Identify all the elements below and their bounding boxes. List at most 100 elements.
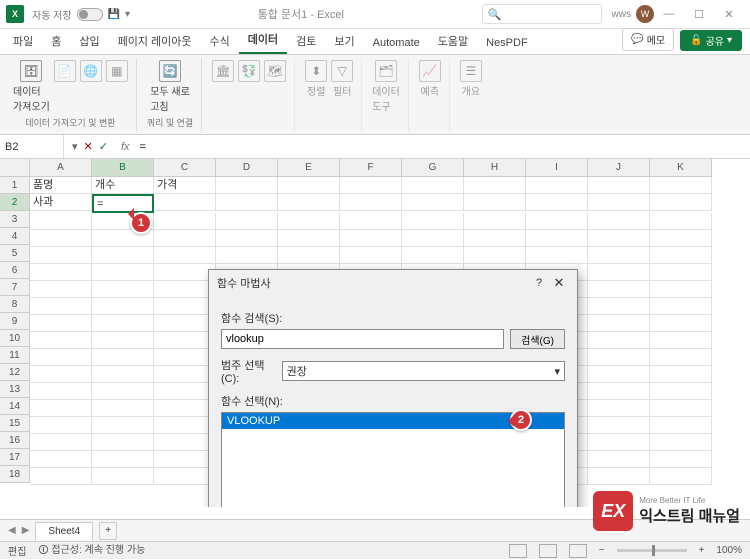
help-icon[interactable]: ? xyxy=(529,277,549,289)
cell[interactable] xyxy=(526,194,588,211)
fx-icon[interactable]: fx xyxy=(116,141,135,153)
cell[interactable] xyxy=(30,383,92,400)
column-header[interactable]: C xyxy=(154,159,216,177)
data-tools-button[interactable]: 🗂데이터 도구 xyxy=(372,60,400,113)
forecast-button[interactable]: 📈예측 xyxy=(419,60,441,98)
cell[interactable] xyxy=(588,247,650,264)
cell[interactable] xyxy=(340,247,402,264)
tab-data[interactable]: 데이터 xyxy=(239,26,287,54)
currencies-button[interactable]: 💱 xyxy=(238,60,260,82)
cell[interactable] xyxy=(588,400,650,417)
cell[interactable] xyxy=(154,434,216,451)
cell[interactable] xyxy=(92,434,154,451)
cell[interactable] xyxy=(278,230,340,247)
function-search-input[interactable] xyxy=(221,329,504,349)
column-header[interactable]: D xyxy=(216,159,278,177)
row-header[interactable]: 1 xyxy=(0,177,30,194)
cell[interactable] xyxy=(154,451,216,468)
cell[interactable] xyxy=(588,468,650,485)
cell[interactable] xyxy=(30,264,92,281)
row-header[interactable]: 2 xyxy=(0,194,30,211)
zoom-level[interactable]: 100% xyxy=(716,545,742,556)
cell[interactable] xyxy=(92,383,154,400)
row-header[interactable]: 5 xyxy=(0,245,30,262)
cell[interactable] xyxy=(30,349,92,366)
cell[interactable] xyxy=(464,230,526,247)
cell[interactable] xyxy=(402,177,464,194)
tab-insert[interactable]: 삽입 xyxy=(70,28,108,54)
cell[interactable] xyxy=(154,247,216,264)
cell[interactable] xyxy=(154,332,216,349)
get-data-button[interactable]: 🗄 데이터 가져오기 xyxy=(13,60,50,113)
zoom-in-button[interactable]: + xyxy=(699,545,705,556)
cell[interactable] xyxy=(588,315,650,332)
row-header[interactable]: 15 xyxy=(0,415,30,432)
from-text-button[interactable]: 📄 xyxy=(54,60,76,82)
cell[interactable] xyxy=(278,177,340,194)
cell[interactable] xyxy=(588,451,650,468)
cell[interactable]: 사과 xyxy=(30,194,92,211)
row-header[interactable]: 16 xyxy=(0,432,30,449)
cell[interactable] xyxy=(588,366,650,383)
tab-automate[interactable]: Automate xyxy=(364,32,429,54)
tab-help[interactable]: 도움말 xyxy=(429,28,477,54)
cell[interactable] xyxy=(526,230,588,247)
row-header[interactable]: 6 xyxy=(0,262,30,279)
row-header[interactable]: 8 xyxy=(0,296,30,313)
tab-layout[interactable]: 페이지 레이아웃 xyxy=(109,28,201,54)
refresh-all-button[interactable]: 🔄 모두 새로 고침 xyxy=(150,60,190,113)
cell[interactable] xyxy=(30,213,92,230)
cell[interactable] xyxy=(650,315,712,332)
row-headers[interactable]: 123456789101112131415161718 xyxy=(0,177,30,483)
column-header[interactable]: H xyxy=(464,159,526,177)
cell[interactable] xyxy=(154,298,216,315)
cell[interactable] xyxy=(588,230,650,247)
sort-button[interactable]: ⬍정렬 xyxy=(305,60,327,98)
row-header[interactable]: 12 xyxy=(0,364,30,381)
cell[interactable] xyxy=(650,417,712,434)
formula-input[interactable] xyxy=(135,141,750,153)
cell[interactable] xyxy=(30,451,92,468)
cell[interactable] xyxy=(650,383,712,400)
cell[interactable] xyxy=(650,177,712,194)
cell[interactable] xyxy=(650,366,712,383)
name-box[interactable]: B2 xyxy=(0,135,64,158)
cell[interactable] xyxy=(30,332,92,349)
enter-icon[interactable]: ✓ xyxy=(99,140,108,153)
cell[interactable] xyxy=(526,213,588,230)
cell[interactable] xyxy=(92,451,154,468)
cell[interactable] xyxy=(30,230,92,247)
cell[interactable] xyxy=(30,315,92,332)
column-header[interactable]: J xyxy=(588,159,650,177)
cell[interactable]: 개수 xyxy=(92,177,154,194)
cell[interactable] xyxy=(92,298,154,315)
cell[interactable] xyxy=(92,400,154,417)
cell[interactable] xyxy=(30,366,92,383)
cell[interactable] xyxy=(588,194,650,211)
save-icon[interactable]: 💾 xyxy=(108,9,120,20)
column-header[interactable]: G xyxy=(402,159,464,177)
cell[interactable] xyxy=(650,434,712,451)
cell[interactable] xyxy=(30,247,92,264)
zoom-slider[interactable] xyxy=(617,549,687,552)
tab-formulas[interactable]: 수식 xyxy=(201,28,239,54)
cell[interactable] xyxy=(92,349,154,366)
from-web-button[interactable]: 🌐 xyxy=(80,60,102,82)
column-header[interactable]: K xyxy=(650,159,712,177)
row-header[interactable]: 9 xyxy=(0,313,30,330)
cell[interactable] xyxy=(30,281,92,298)
row-header[interactable]: 7 xyxy=(0,279,30,296)
cell[interactable] xyxy=(464,247,526,264)
cell[interactable] xyxy=(92,264,154,281)
dialog-titlebar[interactable]: 함수 마법사 ? ✕ xyxy=(209,270,577,296)
cell[interactable] xyxy=(650,281,712,298)
row-header[interactable]: 14 xyxy=(0,398,30,415)
autosave-toggle[interactable]: 자동 저장 💾 ▾ xyxy=(32,7,130,22)
cell[interactable] xyxy=(154,194,216,211)
cell[interactable] xyxy=(92,281,154,298)
cell[interactable] xyxy=(588,332,650,349)
comments-button[interactable]: 💬 메모 xyxy=(622,28,674,51)
toggle-switch-icon[interactable] xyxy=(77,8,103,21)
filter-button[interactable]: ▽필터 xyxy=(331,60,353,98)
share-button[interactable]: 🔓 공유 ▾ xyxy=(680,30,742,51)
